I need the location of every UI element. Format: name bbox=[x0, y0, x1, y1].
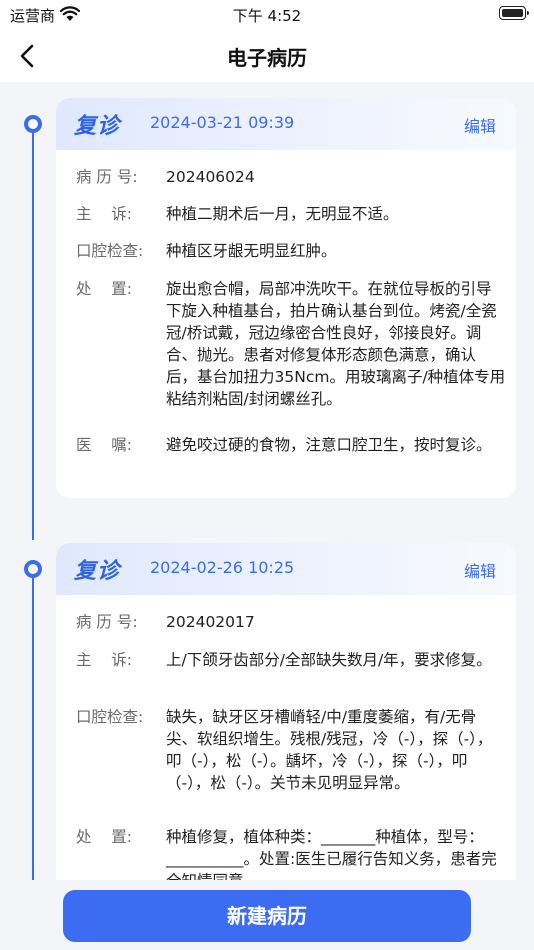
timeline-line bbox=[32, 132, 34, 540]
timeline-dot bbox=[24, 115, 42, 133]
field-value: 旋出愈合帽，局部冲洗吹干。在就位导板的引导下旋入种植基台，拍片确认基台到位。烤瓷… bbox=[166, 280, 506, 408]
new-record-button[interactable]: 新建病历 bbox=[63, 890, 471, 942]
page-title: 电子病历 bbox=[227, 46, 307, 70]
field-value: 202406024 bbox=[166, 168, 255, 186]
field-label: 医 嘱: bbox=[76, 436, 132, 454]
nav-bar: 电子病历 bbox=[0, 30, 534, 82]
timeline-line bbox=[32, 578, 34, 880]
field-label: 处 置: bbox=[76, 280, 132, 298]
field-label: 病 历 号: bbox=[76, 613, 138, 631]
edit-button[interactable]: 编辑 bbox=[464, 113, 496, 137]
field-label: 主 诉: bbox=[76, 651, 132, 669]
record-card-header: 复诊 2024-03-21 09:39 编辑 bbox=[56, 98, 516, 150]
visit-type-label: 复诊 bbox=[74, 559, 121, 584]
field-value: 种植修复，植体种类：_______种植体，型号：__________。处置:医生… bbox=[166, 828, 497, 880]
field-label: 主 诉: bbox=[76, 205, 132, 223]
field-label: 口腔检查: bbox=[76, 242, 144, 260]
field-value: 202402017 bbox=[166, 613, 255, 631]
field-value: 避免咬过硬的食物，注意口腔卫生，按时复诊。 bbox=[166, 436, 492, 454]
visit-datetime: 2024-02-26 10:25 bbox=[150, 558, 295, 577]
field-value: 上/下颌牙齿部分/全部缺失数月/年，要求修复。 bbox=[166, 651, 492, 669]
field-value: 缺失，缺牙区牙槽嵴轻/中/重度萎缩，有/无骨尖、软组织增生。残根/残冠，冷（-）… bbox=[166, 708, 493, 792]
visit-datetime: 2024-03-21 09:39 bbox=[150, 113, 295, 132]
record-card-header: 复诊 2024-02-26 10:25 编辑 bbox=[56, 543, 516, 595]
bottom-action-bar: 新建病历 bbox=[0, 880, 534, 950]
edit-button[interactable]: 编辑 bbox=[464, 558, 496, 582]
field-label: 病 历 号: bbox=[76, 168, 138, 186]
record-card: 复诊 2024-02-26 10:25 编辑 病 历 号: 202402017 … bbox=[56, 543, 516, 880]
field-label: 口腔检查: bbox=[76, 708, 144, 726]
field-value: 种植区牙龈无明显红肿。 bbox=[166, 242, 337, 260]
field-value: 种植二期术后一月，无明显不适。 bbox=[166, 205, 399, 223]
timeline-dot bbox=[24, 560, 42, 578]
battery-icon bbox=[499, 6, 529, 20]
status-bar: 运营商 下午 4:52 bbox=[0, 0, 534, 30]
field-label: 处 置: bbox=[76, 828, 132, 846]
records-list[interactable]: 复诊 2024-03-21 09:39 编辑 病 历 号: 202406024 … bbox=[0, 82, 534, 880]
record-card: 复诊 2024-03-21 09:39 编辑 病 历 号: 202406024 … bbox=[56, 98, 516, 498]
status-time: 下午 4:52 bbox=[232, 7, 302, 25]
visit-type-label: 复诊 bbox=[74, 114, 121, 139]
